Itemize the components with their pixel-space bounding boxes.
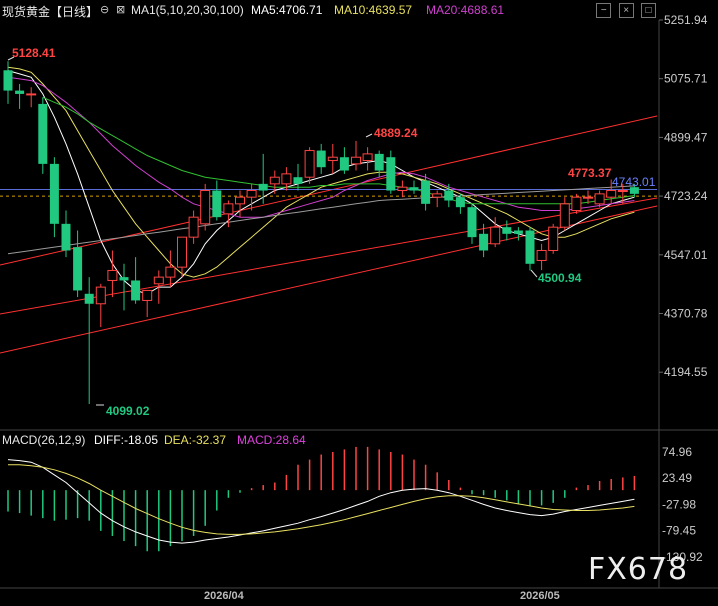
candle-body <box>258 183 268 191</box>
candle-body <box>583 196 593 199</box>
candle-body <box>513 230 523 234</box>
peak-label: 4773.37 <box>568 166 612 180</box>
candle-body <box>165 266 176 278</box>
candle-body <box>339 157 349 171</box>
candle-body <box>84 293 94 304</box>
candle-body <box>479 233 489 251</box>
peak-pointer <box>365 133 373 138</box>
candle-body <box>536 249 547 261</box>
price-tick-label: 5075.71 <box>664 72 708 86</box>
candle-body <box>119 277 129 281</box>
candle-body <box>3 70 13 91</box>
candle-body <box>374 153 384 171</box>
candle-body <box>304 150 315 178</box>
candle-body <box>362 153 373 162</box>
candle-body <box>177 236 187 268</box>
candle-body <box>327 156 338 162</box>
price-tick-label: 4547.01 <box>664 248 708 262</box>
candle-body <box>606 190 617 198</box>
candle-body <box>95 286 106 305</box>
candle-body <box>281 173 292 185</box>
price-tick-label: 5251.94 <box>664 13 708 27</box>
watermark: FX678 <box>588 552 689 587</box>
trough-label: 4500.94 <box>538 271 582 285</box>
candle-body <box>502 227 512 234</box>
candle-body <box>397 186 408 192</box>
candle-body <box>617 190 628 193</box>
candle-body <box>421 180 431 204</box>
candle-body <box>444 190 454 201</box>
candle-body <box>131 280 141 301</box>
candle-body <box>269 176 280 185</box>
candle-body <box>212 190 222 218</box>
macd-tick-label: 74.96 <box>662 445 692 459</box>
candle-body <box>223 203 234 215</box>
macd-tick-label: 23.49 <box>662 471 692 485</box>
candle-body <box>455 197 465 208</box>
candle-body <box>351 156 361 165</box>
candlestick-chart: 5251.94 5075.71 4899.47 4723.24 4547.01 4370.… <box>0 13 718 602</box>
price-tick-label: 4899.47 <box>664 130 708 144</box>
candle-body <box>316 150 326 168</box>
trough-pointer <box>530 269 538 278</box>
candle-body <box>15 90 25 94</box>
candle-body <box>293 177 303 184</box>
peak-label: 4889.24 <box>374 126 418 140</box>
candle-body <box>525 230 535 264</box>
candle-body <box>61 223 71 251</box>
x-tick-label: 2026/04 <box>204 590 245 602</box>
x-tick-label: 2026/05 <box>520 590 560 602</box>
candle-body <box>142 289 153 301</box>
macd-tick-label: -27.98 <box>662 497 696 511</box>
candle-body <box>73 247 83 291</box>
candle-body <box>153 276 164 285</box>
low-label: 4099.02 <box>106 404 150 418</box>
macd-tick-label: -79.45 <box>662 524 696 538</box>
high-label: 5128.41 <box>12 46 56 60</box>
candle-body <box>26 93 37 96</box>
candle-body <box>200 190 211 225</box>
candle-body <box>490 226 501 245</box>
candle-body <box>246 190 257 198</box>
price-tick-label: 4194.55 <box>664 365 708 379</box>
price-tick-label: 4370.78 <box>664 307 708 321</box>
candle-body <box>548 226 559 251</box>
reference-value-label: 4743.01 <box>612 175 656 189</box>
price-tick-label: 4723.24 <box>664 189 708 203</box>
candle-body <box>107 269 118 281</box>
candle-body <box>432 193 443 198</box>
candle-body <box>188 216 199 238</box>
candle-body <box>38 103 48 164</box>
candle-body <box>571 196 582 212</box>
candle-body <box>386 157 396 191</box>
candle-body <box>559 203 570 228</box>
candle-body <box>235 196 245 205</box>
candle-body <box>409 187 419 191</box>
candle-body <box>467 207 477 238</box>
candle-body <box>594 193 605 205</box>
candle-body <box>49 163 59 224</box>
